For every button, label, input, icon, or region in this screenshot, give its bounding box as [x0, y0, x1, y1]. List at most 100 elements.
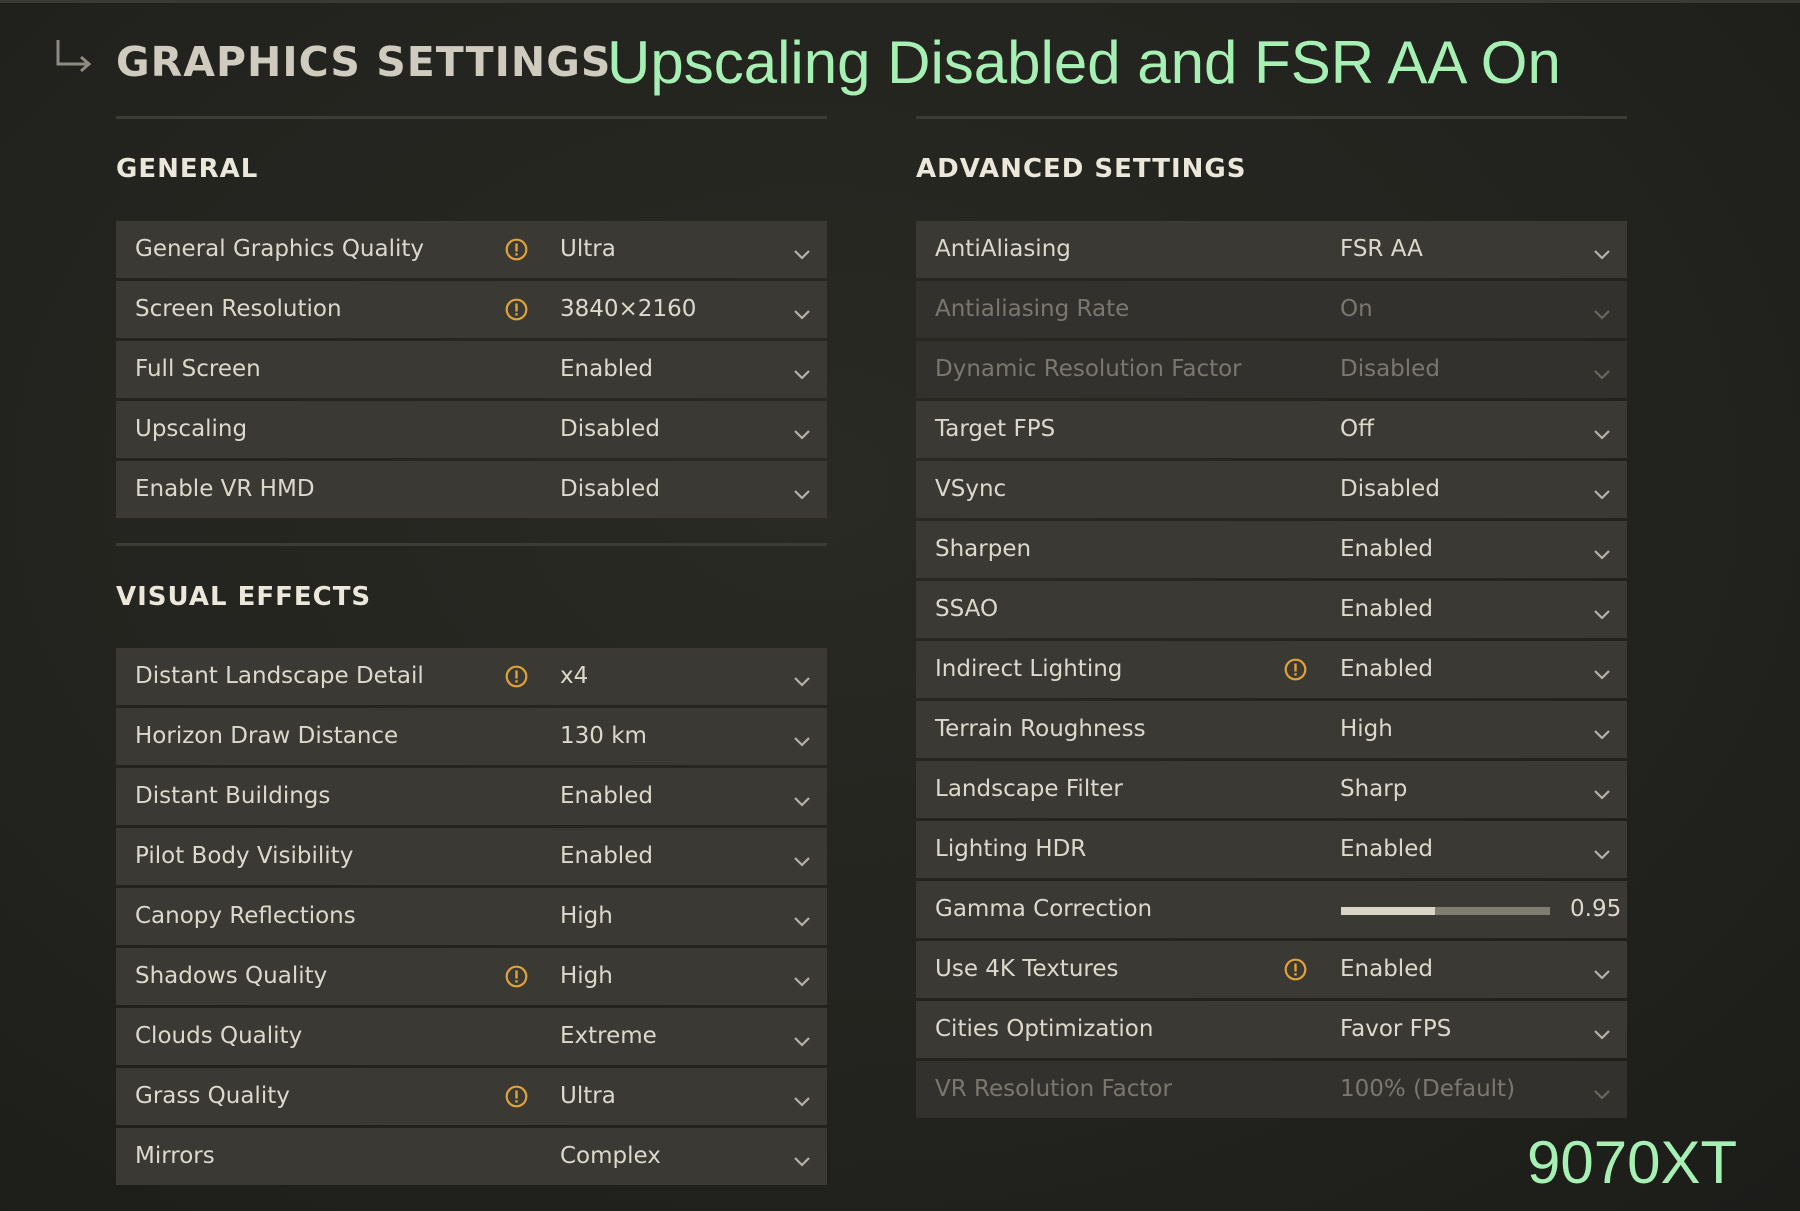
chevron-down-icon[interactable] — [1593, 661, 1611, 680]
warning-icon[interactable] — [505, 965, 528, 988]
setting-row-enable-vr-hmd[interactable]: Enable VR HMD Disabled — [116, 461, 827, 518]
section-divider-visual — [116, 543, 827, 546]
chevron-down-icon[interactable] — [1593, 421, 1611, 440]
chevron-down-icon[interactable] — [793, 481, 811, 500]
setting-row-full-screen[interactable]: Full Screen Enabled — [116, 341, 827, 398]
chevron-down-icon[interactable] — [793, 788, 811, 807]
section-title-visual-effects: VISUAL EFFECTS — [116, 582, 372, 612]
setting-row-cities-optimization[interactable]: Cities Optimization Favor FPS — [916, 1001, 1627, 1058]
chevron-down-icon[interactable] — [793, 728, 811, 747]
chevron-down-icon[interactable] — [1593, 601, 1611, 620]
chevron-down-icon[interactable] — [793, 241, 811, 260]
setting-row-antialiasing[interactable]: AntiAliasing FSR AA — [916, 221, 1627, 278]
warning-icon[interactable] — [505, 665, 528, 688]
setting-label: Target FPS — [935, 416, 1056, 442]
setting-label: AntiAliasing — [935, 236, 1071, 262]
setting-row-shadows-quality[interactable]: Shadows Quality High — [116, 948, 827, 1005]
setting-value: Favor FPS — [1340, 1016, 1452, 1042]
chevron-down-icon[interactable] — [1593, 961, 1611, 980]
setting-row-lighting-hdr[interactable]: Lighting HDR Enabled — [916, 821, 1627, 878]
setting-value: High — [560, 963, 613, 989]
setting-row-clouds-quality[interactable]: Clouds Quality Extreme — [116, 1008, 827, 1065]
setting-label: Full Screen — [135, 356, 261, 382]
setting-label: Landscape Filter — [935, 776, 1123, 802]
chevron-down-icon[interactable] — [1593, 721, 1611, 740]
setting-row-general-graphics-quality[interactable]: General Graphics Quality Ultra — [116, 221, 827, 278]
setting-row-indirect-lighting[interactable]: Indirect Lighting Enabled — [916, 641, 1627, 698]
chevron-down-icon[interactable] — [793, 908, 811, 927]
chevron-down-icon[interactable] — [1593, 1081, 1611, 1100]
setting-label: Mirrors — [135, 1143, 215, 1169]
setting-label: Clouds Quality — [135, 1023, 303, 1049]
setting-label: Sharpen — [935, 536, 1032, 562]
setting-row-horizon-draw-distance[interactable]: Horizon Draw Distance 130 km — [116, 708, 827, 765]
slider-value: 0.95 — [1570, 896, 1622, 922]
setting-row-distant-buildings[interactable]: Distant Buildings Enabled — [116, 768, 827, 825]
setting-row-use-4k-textures[interactable]: Use 4K Textures Enabled — [916, 941, 1627, 998]
chevron-down-icon[interactable] — [793, 668, 811, 687]
top-border — [0, 0, 1800, 3]
setting-value: Ultra — [560, 1083, 616, 1109]
setting-value: Enabled — [1340, 956, 1433, 982]
warning-icon[interactable] — [1284, 658, 1307, 681]
setting-label: Gamma Correction — [935, 896, 1153, 922]
warning-icon[interactable] — [1284, 958, 1307, 981]
setting-label: Enable VR HMD — [135, 476, 315, 502]
chevron-down-icon[interactable] — [1593, 541, 1611, 560]
setting-row-distant-landscape-detail[interactable]: Distant Landscape Detail x4 — [116, 648, 827, 705]
chevron-down-icon[interactable] — [793, 968, 811, 987]
setting-label: Lighting HDR — [935, 836, 1087, 862]
setting-value: Enabled — [1340, 836, 1433, 862]
warning-icon[interactable] — [505, 238, 528, 261]
chevron-down-icon[interactable] — [1593, 481, 1611, 500]
setting-value: Disabled — [560, 476, 660, 502]
chevron-down-icon[interactable] — [793, 361, 811, 380]
setting-label: Pilot Body Visibility — [135, 843, 354, 869]
setting-row-terrain-roughness[interactable]: Terrain Roughness High — [916, 701, 1627, 758]
setting-value: High — [1340, 716, 1393, 742]
overlay-caption: Upscaling Disabled and FSR AA On — [607, 29, 1561, 96]
setting-row-landscape-filter[interactable]: Landscape Filter Sharp — [916, 761, 1627, 818]
setting-row-dynamic-resolution-factor: Dynamic Resolution Factor Disabled — [916, 341, 1627, 398]
setting-row-target-fps[interactable]: Target FPS Off — [916, 401, 1627, 458]
setting-label: Cities Optimization — [935, 1016, 1154, 1042]
setting-value: Enabled — [560, 783, 653, 809]
setting-row-pilot-body-visibility[interactable]: Pilot Body Visibility Enabled — [116, 828, 827, 885]
chevron-down-icon[interactable] — [793, 1088, 811, 1107]
setting-value: Enabled — [1340, 596, 1433, 622]
chevron-down-icon[interactable] — [793, 1028, 811, 1047]
chevron-down-icon[interactable] — [1593, 241, 1611, 260]
setting-value: On — [1340, 296, 1373, 322]
setting-value: Extreme — [560, 1023, 657, 1049]
setting-value: Disabled — [560, 416, 660, 442]
chevron-down-icon[interactable] — [1593, 781, 1611, 800]
setting-label: Terrain Roughness — [935, 716, 1146, 742]
setting-row-vsync[interactable]: VSync Disabled — [916, 461, 1627, 518]
gamma-slider[interactable] — [1341, 907, 1550, 915]
setting-value: Complex — [560, 1143, 661, 1169]
chevron-down-icon[interactable] — [1593, 841, 1611, 860]
setting-value: FSR AA — [1340, 236, 1423, 262]
setting-label: Upscaling — [135, 416, 248, 442]
chevron-down-icon[interactable] — [1593, 361, 1611, 380]
chevron-down-icon[interactable] — [1593, 301, 1611, 320]
setting-row-sharpen[interactable]: Sharpen Enabled — [916, 521, 1627, 578]
setting-row-upscaling[interactable]: Upscaling Disabled — [116, 401, 827, 458]
setting-value: Enabled — [1340, 536, 1433, 562]
warning-icon[interactable] — [505, 1085, 528, 1108]
setting-row-ssao[interactable]: SSAO Enabled — [916, 581, 1627, 638]
advanced-settings-list: AntiAliasing FSR AA Antialiasing Rate On Dyn… — [916, 221, 1627, 1121]
chevron-down-icon[interactable] — [793, 421, 811, 440]
setting-value: Enabled — [560, 843, 653, 869]
chevron-down-icon[interactable] — [793, 1148, 811, 1167]
chevron-down-icon[interactable] — [793, 301, 811, 320]
setting-row-gamma-correction[interactable]: Gamma Correction 0.95 — [916, 881, 1627, 938]
warning-icon[interactable] — [505, 298, 528, 321]
setting-row-screen-resolution[interactable]: Screen Resolution 3840×2160 — [116, 281, 827, 338]
setting-row-grass-quality[interactable]: Grass Quality Ultra — [116, 1068, 827, 1125]
setting-row-canopy-reflections[interactable]: Canopy Reflections High — [116, 888, 827, 945]
chevron-down-icon[interactable] — [793, 848, 811, 867]
chevron-down-icon[interactable] — [1593, 1021, 1611, 1040]
back-arrow-icon[interactable] — [54, 38, 94, 78]
setting-row-mirrors[interactable]: Mirrors Complex — [116, 1128, 827, 1185]
